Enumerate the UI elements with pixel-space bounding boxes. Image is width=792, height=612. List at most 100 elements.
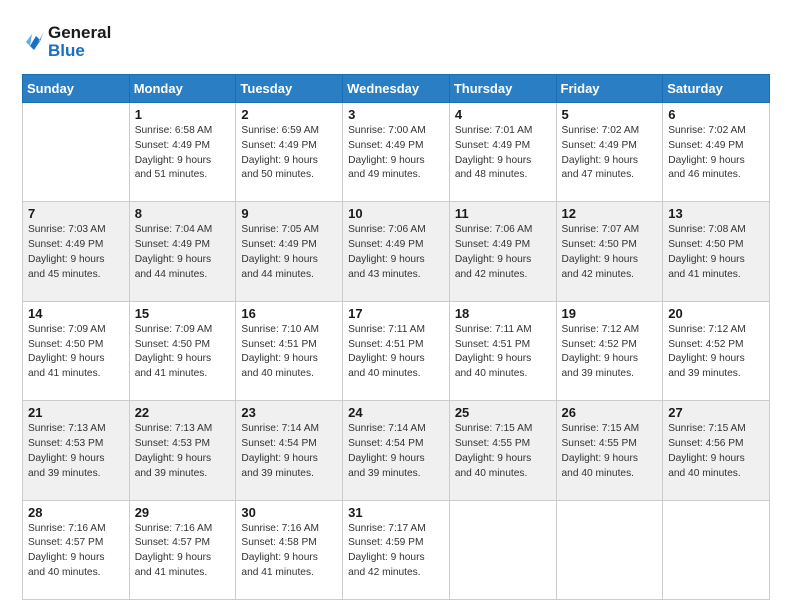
day-number: 27 [668,405,764,420]
day-number: 16 [241,306,337,321]
calendar-header-cell: Wednesday [343,75,450,103]
calendar-day-cell: 30 Sunrise: 7:16 AM Sunset: 4:58 PM Dayli… [236,500,343,599]
day-number: 6 [668,107,764,122]
day-number: 30 [241,505,337,520]
logo: General Blue [22,18,112,64]
day-info: Sunrise: 7:15 AM Sunset: 4:55 PM Dayligh… [455,422,551,481]
page: General Blue SundayMondayTuesdayWednesda… [0,0,792,612]
calendar-day-cell: 3Sunrise: 7:00 AM Sunset: 4:49 PM Daylig… [343,103,450,202]
calendar-header-cell: Tuesday [236,75,343,103]
day-number: 17 [348,306,444,321]
day-number: 4 [455,107,551,122]
day-info: Sunrise: 7:07 AM Sunset: 4:50 PM Dayligh… [562,223,658,282]
calendar-day-cell: 25 Sunrise: 7:15 AM Sunset: 4:55 PM Dayli… [449,401,556,500]
day-number: 10 [348,206,444,221]
calendar-day-cell: 2Sunrise: 6:59 AM Sunset: 4:49 PM Daylig… [236,103,343,202]
day-info: Sunrise: 7:01 AM Sunset: 4:49 PM Dayligh… [455,124,551,183]
day-info: Sunrise: 7:12 AM Sunset: 4:52 PM Dayligh… [562,323,658,382]
day-info: Sunrise: 7:02 AM Sunset: 4:49 PM Dayligh… [668,124,764,183]
calendar-header-cell: Thursday [449,75,556,103]
day-info: Sunrise: 7:06 AM Sunset: 4:49 PM Dayligh… [348,223,444,282]
day-number: 31 [348,505,444,520]
day-info: Sunrise: 7:03 AM Sunset: 4:49 PM Dayligh… [28,223,124,282]
calendar-day-cell: 19 Sunrise: 7:12 AM Sunset: 4:52 PM Dayli… [556,301,663,400]
calendar-header-cell: Monday [129,75,236,103]
calendar-day-cell: 16 Sunrise: 7:10 AM Sunset: 4:51 PM Dayli… [236,301,343,400]
day-number: 3 [348,107,444,122]
calendar-day-cell: 4 Sunrise: 7:01 AM Sunset: 4:49 PM Daylig… [449,103,556,202]
calendar-day-cell: 11Sunrise: 7:06 AM Sunset: 4:49 PM Dayli… [449,202,556,301]
calendar-day-cell: 13 Sunrise: 7:08 AM Sunset: 4:50 PM Dayli… [663,202,770,301]
day-info: Sunrise: 7:10 AM Sunset: 4:51 PM Dayligh… [241,323,337,382]
calendar-day-cell: 7 Sunrise: 7:03 AM Sunset: 4:49 PM Daylig… [23,202,130,301]
calendar-day-cell: 9 Sunrise: 7:05 AM Sunset: 4:49 PM Daylig… [236,202,343,301]
day-info: Sunrise: 7:09 AM Sunset: 4:50 PM Dayligh… [28,323,124,382]
day-number: 8 [135,206,231,221]
calendar-table: SundayMondayTuesdayWednesdayThursdayFrid… [22,74,770,600]
calendar-week-row: 14 Sunrise: 7:09 AM Sunset: 4:50 PM Dayli… [23,301,770,400]
day-number: 28 [28,505,124,520]
logo-svg: General Blue [22,18,112,64]
day-number: 21 [28,405,124,420]
calendar-day-cell: 12Sunrise: 7:07 AM Sunset: 4:50 PM Dayli… [556,202,663,301]
day-number: 18 [455,306,551,321]
day-info: Sunrise: 7:16 AM Sunset: 4:58 PM Dayligh… [241,522,337,581]
header: General Blue [22,18,770,64]
day-number: 5 [562,107,658,122]
svg-text:General: General [48,23,111,42]
calendar-day-cell: 23Sunrise: 7:14 AM Sunset: 4:54 PM Dayli… [236,401,343,500]
calendar-week-row: 7 Sunrise: 7:03 AM Sunset: 4:49 PM Daylig… [23,202,770,301]
day-info: Sunrise: 6:58 AM Sunset: 4:49 PM Dayligh… [135,124,231,183]
calendar-day-cell: 26 Sunrise: 7:15 AM Sunset: 4:55 PM Dayli… [556,401,663,500]
day-number: 15 [135,306,231,321]
day-number: 1 [135,107,231,122]
calendar-day-cell [449,500,556,599]
calendar-day-cell: 15Sunrise: 7:09 AM Sunset: 4:50 PM Dayli… [129,301,236,400]
day-number: 25 [455,405,551,420]
day-info: Sunrise: 7:05 AM Sunset: 4:49 PM Dayligh… [241,223,337,282]
day-info: Sunrise: 7:04 AM Sunset: 4:49 PM Dayligh… [135,223,231,282]
day-info: Sunrise: 7:16 AM Sunset: 4:57 PM Dayligh… [135,522,231,581]
day-number: 24 [348,405,444,420]
day-number: 2 [241,107,337,122]
calendar-day-cell [556,500,663,599]
day-info: Sunrise: 7:08 AM Sunset: 4:50 PM Dayligh… [668,223,764,282]
day-number: 13 [668,206,764,221]
day-number: 29 [135,505,231,520]
calendar-week-row: 28 Sunrise: 7:16 AM Sunset: 4:57 PM Dayli… [23,500,770,599]
day-info: Sunrise: 7:16 AM Sunset: 4:57 PM Dayligh… [28,522,124,581]
calendar-body: 1 Sunrise: 6:58 AM Sunset: 4:49 PM Daylig… [23,103,770,600]
day-info: Sunrise: 7:02 AM Sunset: 4:49 PM Dayligh… [562,124,658,183]
calendar-day-cell: 6 Sunrise: 7:02 AM Sunset: 4:49 PM Daylig… [663,103,770,202]
day-number: 7 [28,206,124,221]
calendar-week-row: 21 Sunrise: 7:13 AM Sunset: 4:53 PM Dayli… [23,401,770,500]
calendar-day-cell: 31Sunrise: 7:17 AM Sunset: 4:59 PM Dayli… [343,500,450,599]
day-number: 9 [241,206,337,221]
calendar-day-cell: 17Sunrise: 7:11 AM Sunset: 4:51 PM Dayli… [343,301,450,400]
calendar-header-cell: Saturday [663,75,770,103]
day-number: 19 [562,306,658,321]
day-info: Sunrise: 7:15 AM Sunset: 4:56 PM Dayligh… [668,422,764,481]
calendar-day-cell: 10 Sunrise: 7:06 AM Sunset: 4:49 PM Dayli… [343,202,450,301]
calendar-day-cell: 18Sunrise: 7:11 AM Sunset: 4:51 PM Dayli… [449,301,556,400]
calendar-day-cell: 29 Sunrise: 7:16 AM Sunset: 4:57 PM Dayli… [129,500,236,599]
calendar-day-cell [663,500,770,599]
day-number: 11 [455,206,551,221]
day-number: 20 [668,306,764,321]
calendar-day-cell: 14 Sunrise: 7:09 AM Sunset: 4:50 PM Dayli… [23,301,130,400]
calendar-day-cell: 20Sunrise: 7:12 AM Sunset: 4:52 PM Dayli… [663,301,770,400]
calendar-day-cell: 5 Sunrise: 7:02 AM Sunset: 4:49 PM Daylig… [556,103,663,202]
calendar-day-cell: 28 Sunrise: 7:16 AM Sunset: 4:57 PM Dayli… [23,500,130,599]
calendar-day-cell: 22 Sunrise: 7:13 AM Sunset: 4:53 PM Dayli… [129,401,236,500]
day-info: Sunrise: 7:13 AM Sunset: 4:53 PM Dayligh… [28,422,124,481]
day-info: Sunrise: 7:14 AM Sunset: 4:54 PM Dayligh… [241,422,337,481]
day-number: 14 [28,306,124,321]
calendar-day-cell: 27 Sunrise: 7:15 AM Sunset: 4:56 PM Dayli… [663,401,770,500]
day-info: Sunrise: 7:14 AM Sunset: 4:54 PM Dayligh… [348,422,444,481]
day-number: 22 [135,405,231,420]
day-info: Sunrise: 7:15 AM Sunset: 4:55 PM Dayligh… [562,422,658,481]
calendar-day-cell: 1 Sunrise: 6:58 AM Sunset: 4:49 PM Daylig… [129,103,236,202]
calendar-day-cell: 8 Sunrise: 7:04 AM Sunset: 4:49 PM Daylig… [129,202,236,301]
day-number: 26 [562,405,658,420]
day-info: Sunrise: 7:13 AM Sunset: 4:53 PM Dayligh… [135,422,231,481]
